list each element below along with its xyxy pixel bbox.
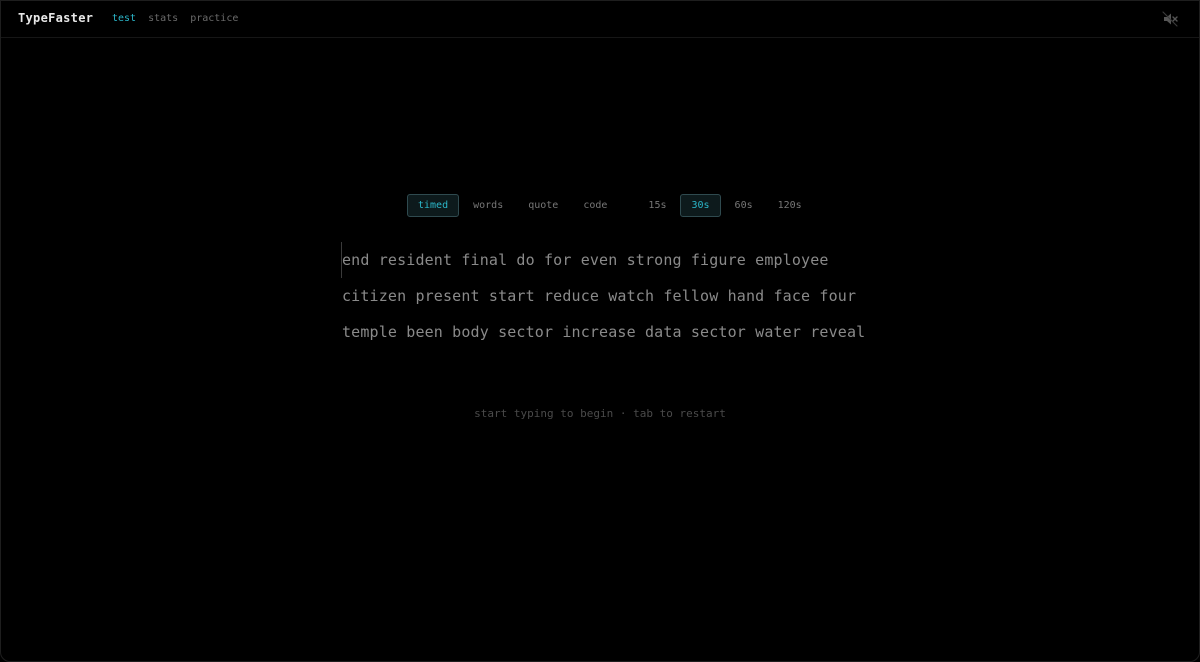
word-line: end resident final do for even strong fi… <box>342 251 829 269</box>
nav-test[interactable]: test <box>112 13 136 24</box>
mode-bar: timed words quote code 15s 30s 60s 120s <box>407 194 816 217</box>
text-caret <box>341 242 342 278</box>
mode-quote-button[interactable]: quote <box>517 194 569 217</box>
duration-120s-button[interactable]: 120s <box>767 194 813 217</box>
app-window: TypeFaster test stats practice timed wor… <box>0 0 1200 662</box>
mode-words-button[interactable]: words <box>462 194 514 217</box>
duration-30s-button[interactable]: 30s <box>680 194 721 217</box>
brand-logo[interactable]: TypeFaster <box>18 11 93 25</box>
duration-60s-button[interactable]: 60s <box>724 194 764 217</box>
mode-code-button[interactable]: code <box>572 194 618 217</box>
top-bar: TypeFaster test stats practice <box>1 1 1199 38</box>
duration-15s-button[interactable]: 15s <box>637 194 677 217</box>
nav-practice[interactable]: practice <box>190 13 238 24</box>
word-line: citizen present start reduce watch fello… <box>342 287 857 305</box>
mode-timed-button[interactable]: timed <box>407 194 460 217</box>
mute-button[interactable] <box>1161 10 1179 28</box>
main-nav: test stats practice <box>112 13 238 24</box>
word-line: temple been body sector increase data se… <box>342 323 866 341</box>
nav-stats[interactable]: stats <box>148 13 178 24</box>
speaker-muted-icon <box>1162 11 1178 27</box>
typing-area[interactable]: end resident final do for even strong fi… <box>341 242 866 356</box>
start-hint: start typing to begin · tab to restart <box>474 407 726 420</box>
